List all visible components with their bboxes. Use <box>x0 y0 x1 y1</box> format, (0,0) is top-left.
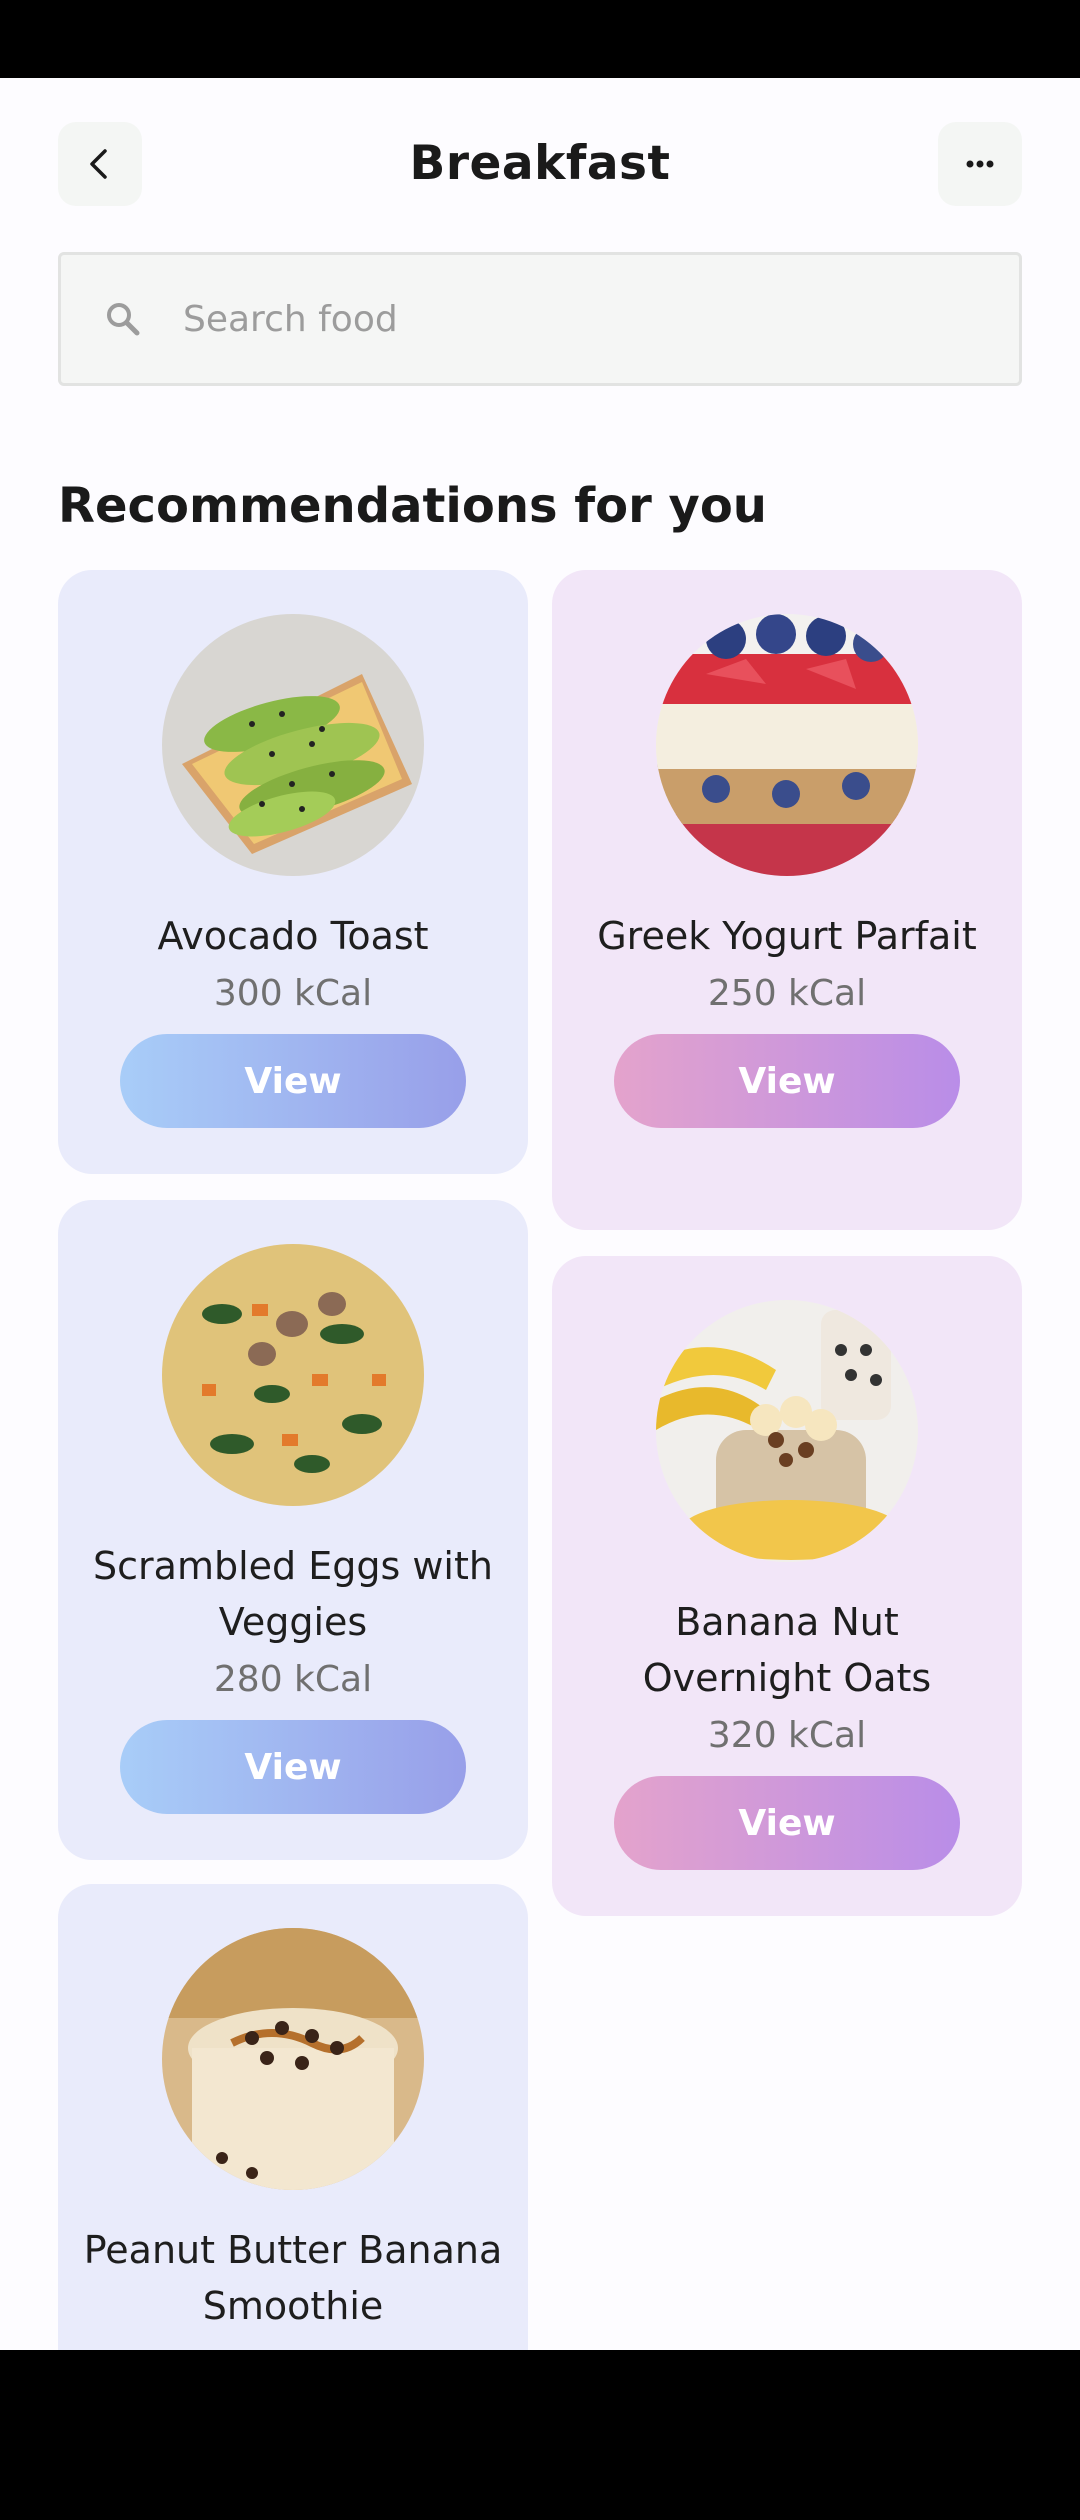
food-name: Peanut Butter Banana Smoothie <box>83 2228 503 2328</box>
view-button[interactable]: View <box>120 1720 466 1814</box>
page-title: Breakfast <box>409 136 671 191</box>
view-button[interactable]: View <box>120 1034 466 1128</box>
more-horizontal-icon <box>966 160 994 168</box>
view-button[interactable]: View <box>614 1034 960 1128</box>
search-placeholder: Search food <box>183 298 398 340</box>
food-card[interactable]: Greek Yogurt Parfait 250 kCal View <box>552 570 1022 1230</box>
status-bar <box>0 0 1080 78</box>
search-icon <box>107 303 140 336</box>
food-card[interactable]: Avocado Toast 300 kCal View <box>58 570 528 1174</box>
food-name: Banana Nut Overnight Oats <box>642 1600 932 1700</box>
search-input[interactable]: Search food <box>58 252 1022 386</box>
food-name: Scrambled Eggs with Veggies <box>93 1544 493 1644</box>
food-card[interactable]: Scrambled Eggs with Veggies 280 kCal Vie… <box>58 1200 528 1860</box>
food-card[interactable]: Peanut Butter Banana Smoothie <box>58 1884 528 2350</box>
section-title: Recommendations for you <box>58 478 767 534</box>
avocado-toast-image <box>162 614 424 876</box>
scrambled-eggs-image <box>162 1244 424 1506</box>
navigation-bar <box>0 2394 1080 2520</box>
food-kcal: 280 kCal <box>213 1659 373 1700</box>
banana-oats-image <box>656 1300 918 1562</box>
food-kcal: 300 kCal <box>213 973 373 1014</box>
food-name: Greek Yogurt Parfait <box>597 914 977 958</box>
view-button[interactable]: View <box>614 1776 960 1870</box>
food-name: Avocado Toast <box>157 914 429 958</box>
peanut-butter-smoothie-image <box>162 1928 424 2190</box>
greek-yogurt-parfait-image <box>656 614 918 876</box>
app-screen: Breakfast Search food Recommendations fo… <box>0 78 1080 2350</box>
food-kcal: 250 kCal <box>707 973 867 1014</box>
food-card[interactable]: Banana Nut Overnight Oats 320 kCal View <box>552 1256 1022 1916</box>
header: Breakfast <box>0 78 1080 248</box>
more-options-button[interactable] <box>938 122 1022 206</box>
food-kcal: 320 kCal <box>707 1715 867 1756</box>
